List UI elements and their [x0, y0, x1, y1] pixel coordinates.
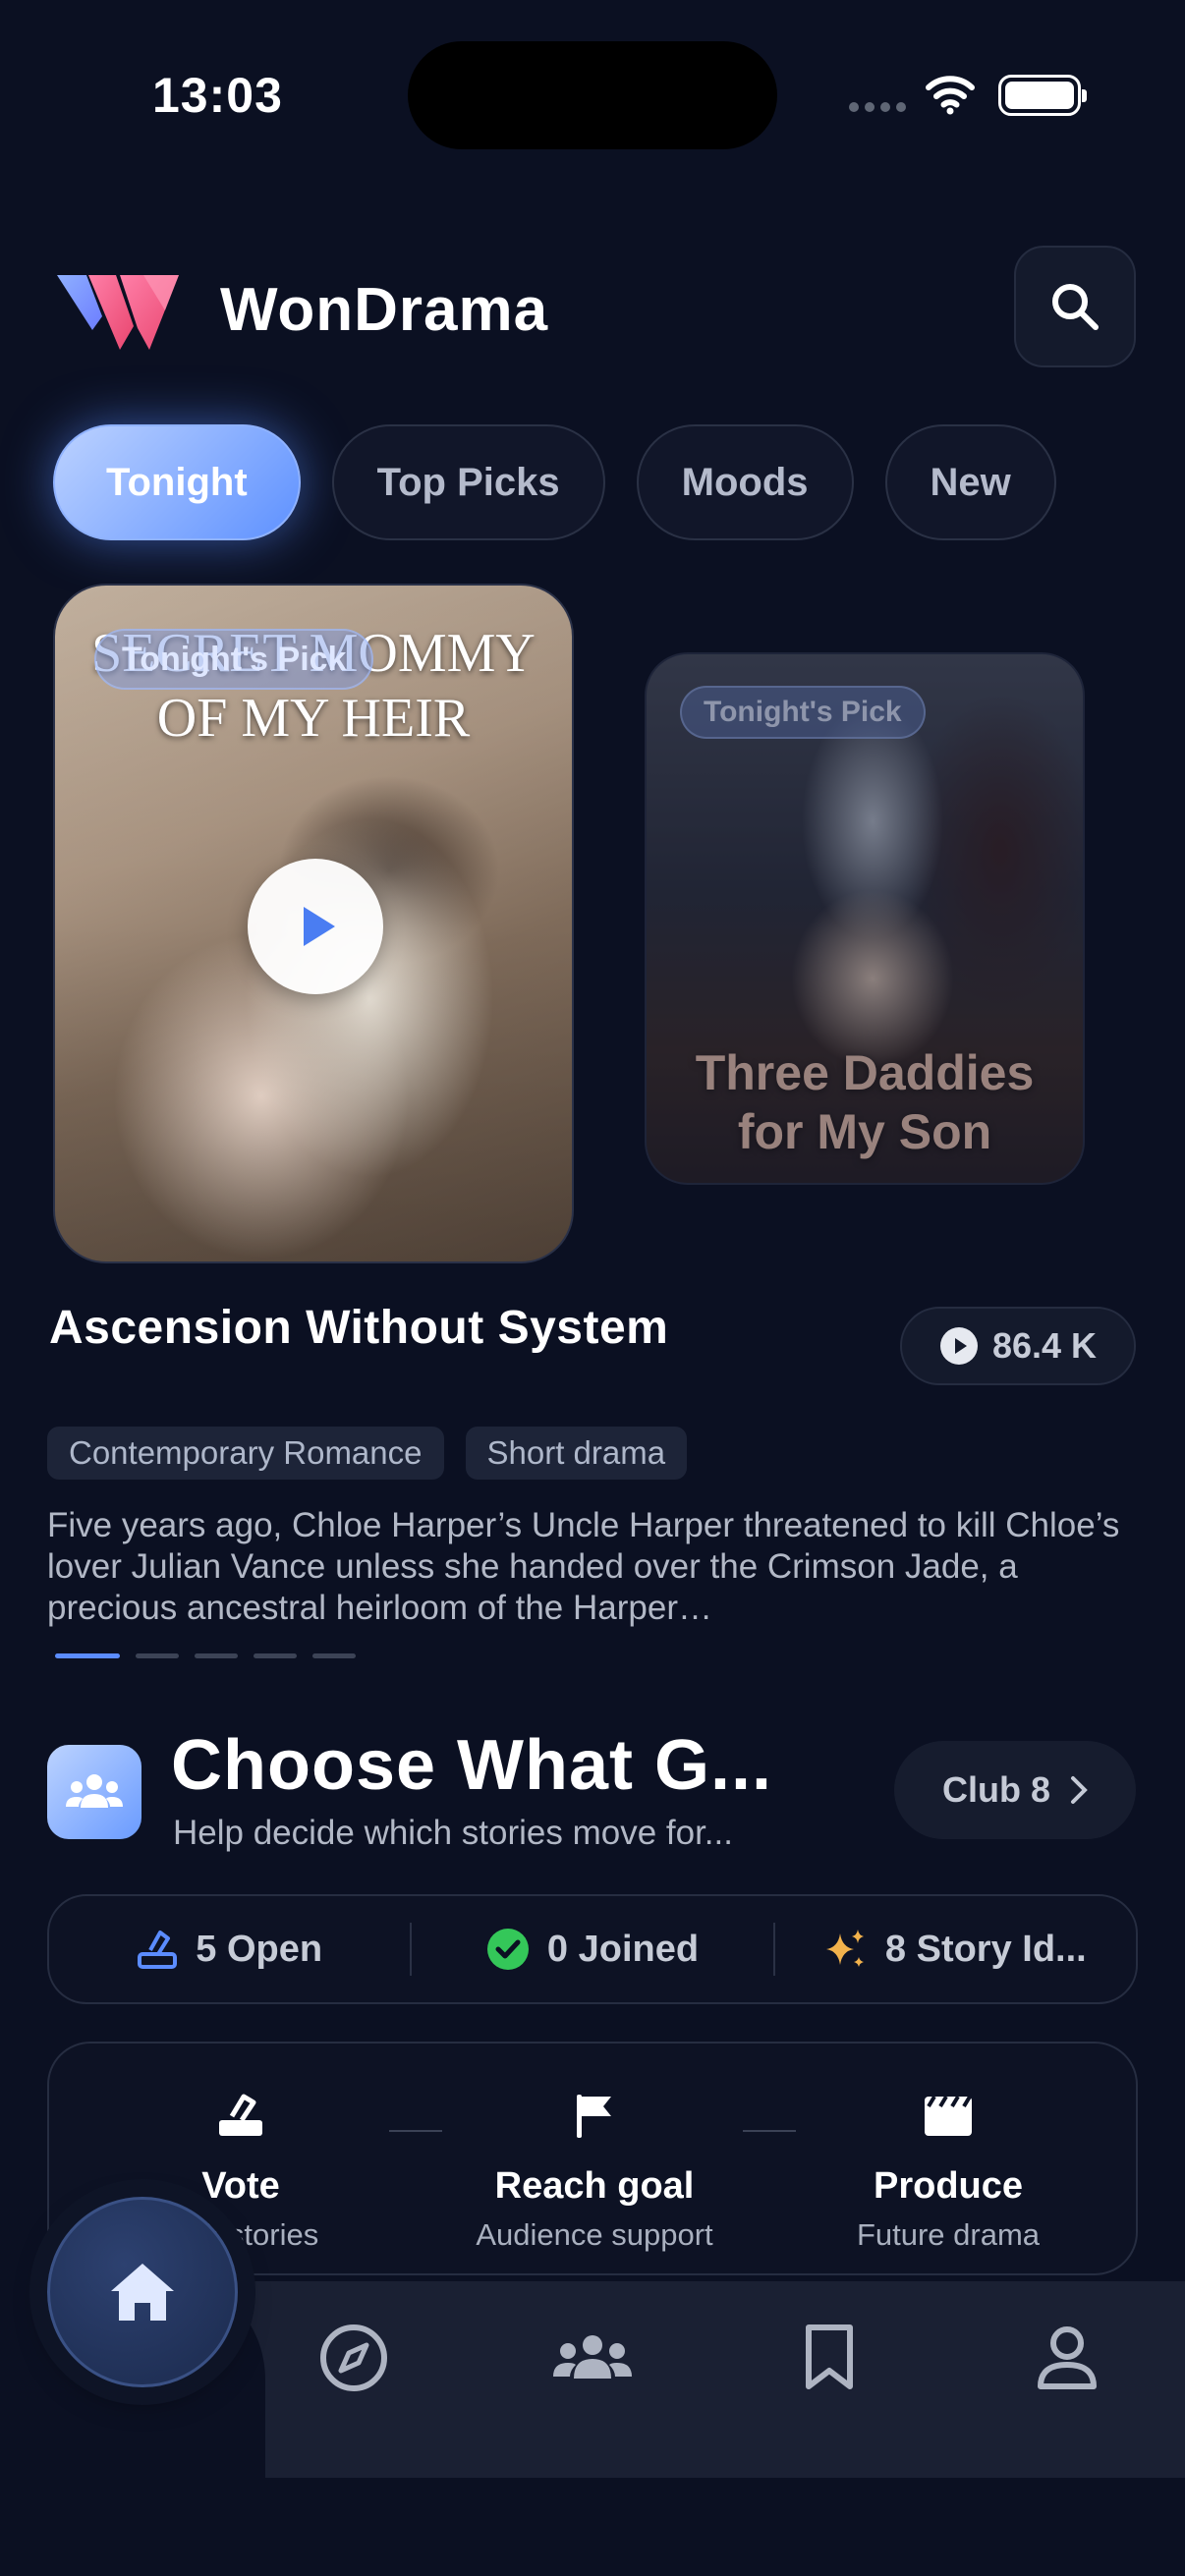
category-tabs: Tonight Top Picks Moods New: [53, 424, 1056, 540]
person-icon: [1038, 2326, 1097, 2389]
flag-icon: [577, 2095, 611, 2138]
genre-tags: Contemporary Romance Short drama: [47, 1427, 688, 1480]
nav-profile[interactable]: [1028, 2323, 1106, 2393]
poster-title-line: Three Daddies: [695, 1045, 1035, 1100]
sparkles-icon: [825, 1930, 864, 1967]
ballot-icon: [138, 1931, 178, 1969]
play-icon: [304, 907, 335, 946]
club-people-icon: [47, 1745, 141, 1839]
check-circle-icon: [486, 1929, 529, 1970]
view-count-badge: 86.4 K: [900, 1307, 1136, 1385]
battery-icon: [998, 75, 1087, 116]
tonights-pick-badge: Tonight's Pick: [94, 629, 374, 690]
cellular-signal-icon: [849, 102, 906, 112]
home-icon: [111, 2264, 174, 2321]
step-connector: [743, 2130, 796, 2132]
carousel-page-indicator: [55, 1653, 356, 1658]
chevron-right-icon: [1071, 1776, 1088, 1804]
poster-title-line: for My Son: [737, 1104, 992, 1159]
wifi-icon: [926, 76, 975, 115]
nav-explore[interactable]: [314, 2323, 393, 2393]
step-connector: [389, 2130, 442, 2132]
step-reach-goal: Reach goal Audience support: [437, 2087, 752, 2253]
tab-tonight[interactable]: Tonight: [53, 424, 301, 540]
genre-tag[interactable]: Contemporary Romance: [47, 1427, 444, 1480]
stat-open[interactable]: 5 Open: [49, 1929, 410, 1971]
section-subtitle: Help decide which stories move for...: [173, 1814, 733, 1852]
tab-moods[interactable]: Moods: [636, 424, 854, 540]
bookmark-icon: [806, 2324, 853, 2389]
page-dot[interactable]: [312, 1653, 356, 1658]
featured-poster-card[interactable]: SECRET MOMMY OF MY HEIR Tonight's Pick: [53, 584, 574, 1263]
stat-label: 0 Joined: [546, 1928, 700, 1970]
search-button[interactable]: [1014, 246, 1136, 367]
app-title: WonDrama: [220, 276, 549, 344]
poster-title: Three Daddies for My Son: [647, 1043, 1083, 1161]
page-dot-active[interactable]: [55, 1653, 120, 1658]
wondrama-logo-icon: [57, 275, 179, 350]
club-button-label: Club 8: [941, 1769, 1050, 1810]
step-produce: Produce Future drama: [791, 2087, 1105, 2253]
genre-tag[interactable]: Short drama: [465, 1427, 688, 1480]
tab-new[interactable]: New: [884, 424, 1056, 540]
drama-title[interactable]: Ascension Without System: [49, 1301, 668, 1355]
step-title: Produce: [873, 2165, 1024, 2207]
stat-label: 8 Story Id...: [884, 1928, 1087, 1970]
tab-top-picks[interactable]: Top Picks: [331, 424, 605, 540]
poster-title-line: OF MY HEIR: [156, 688, 471, 749]
stat-joined[interactable]: 0 Joined: [412, 1928, 772, 1971]
page-dot[interactable]: [136, 1653, 179, 1658]
step-subtitle: Future drama: [856, 2217, 1041, 2252]
ballot-icon: [219, 2094, 262, 2136]
status-time: 13:03: [152, 68, 283, 123]
step-title: Reach goal: [494, 2165, 695, 2207]
page-dot[interactable]: [195, 1653, 238, 1658]
play-button[interactable]: [248, 859, 383, 994]
people-icon: [553, 2335, 632, 2379]
step-subtitle: Audience support: [476, 2217, 713, 2252]
compass-icon: [320, 2324, 387, 2391]
stat-story-ideas[interactable]: 8 Story Id...: [775, 1928, 1136, 1971]
nav-home-button[interactable]: [47, 2197, 238, 2387]
synopsis: Five years ago, Chloe Harper’s Uncle Har…: [47, 1506, 1120, 1627]
stat-label: 5 Open: [196, 1928, 323, 1970]
clapperboard-icon: [925, 2095, 972, 2136]
club-button[interactable]: Club 8: [894, 1741, 1136, 1839]
nav-club[interactable]: [552, 2323, 633, 2393]
club-stats-bar: 5 Open 0 Joined 8 Story Id...: [47, 1894, 1138, 2004]
view-count: 86.4 K: [991, 1325, 1098, 1366]
next-poster-card[interactable]: Tonight's Pick Three Daddies for My Son: [645, 652, 1085, 1185]
nav-saved[interactable]: [790, 2323, 869, 2393]
dynamic-island: [408, 41, 777, 149]
page-dot[interactable]: [254, 1653, 297, 1658]
section-title: Choose What G...: [171, 1726, 773, 1805]
tonights-pick-badge: Tonight's Pick: [680, 686, 926, 739]
search-icon: [1052, 284, 1099, 330]
play-circle-icon: [939, 1327, 978, 1365]
